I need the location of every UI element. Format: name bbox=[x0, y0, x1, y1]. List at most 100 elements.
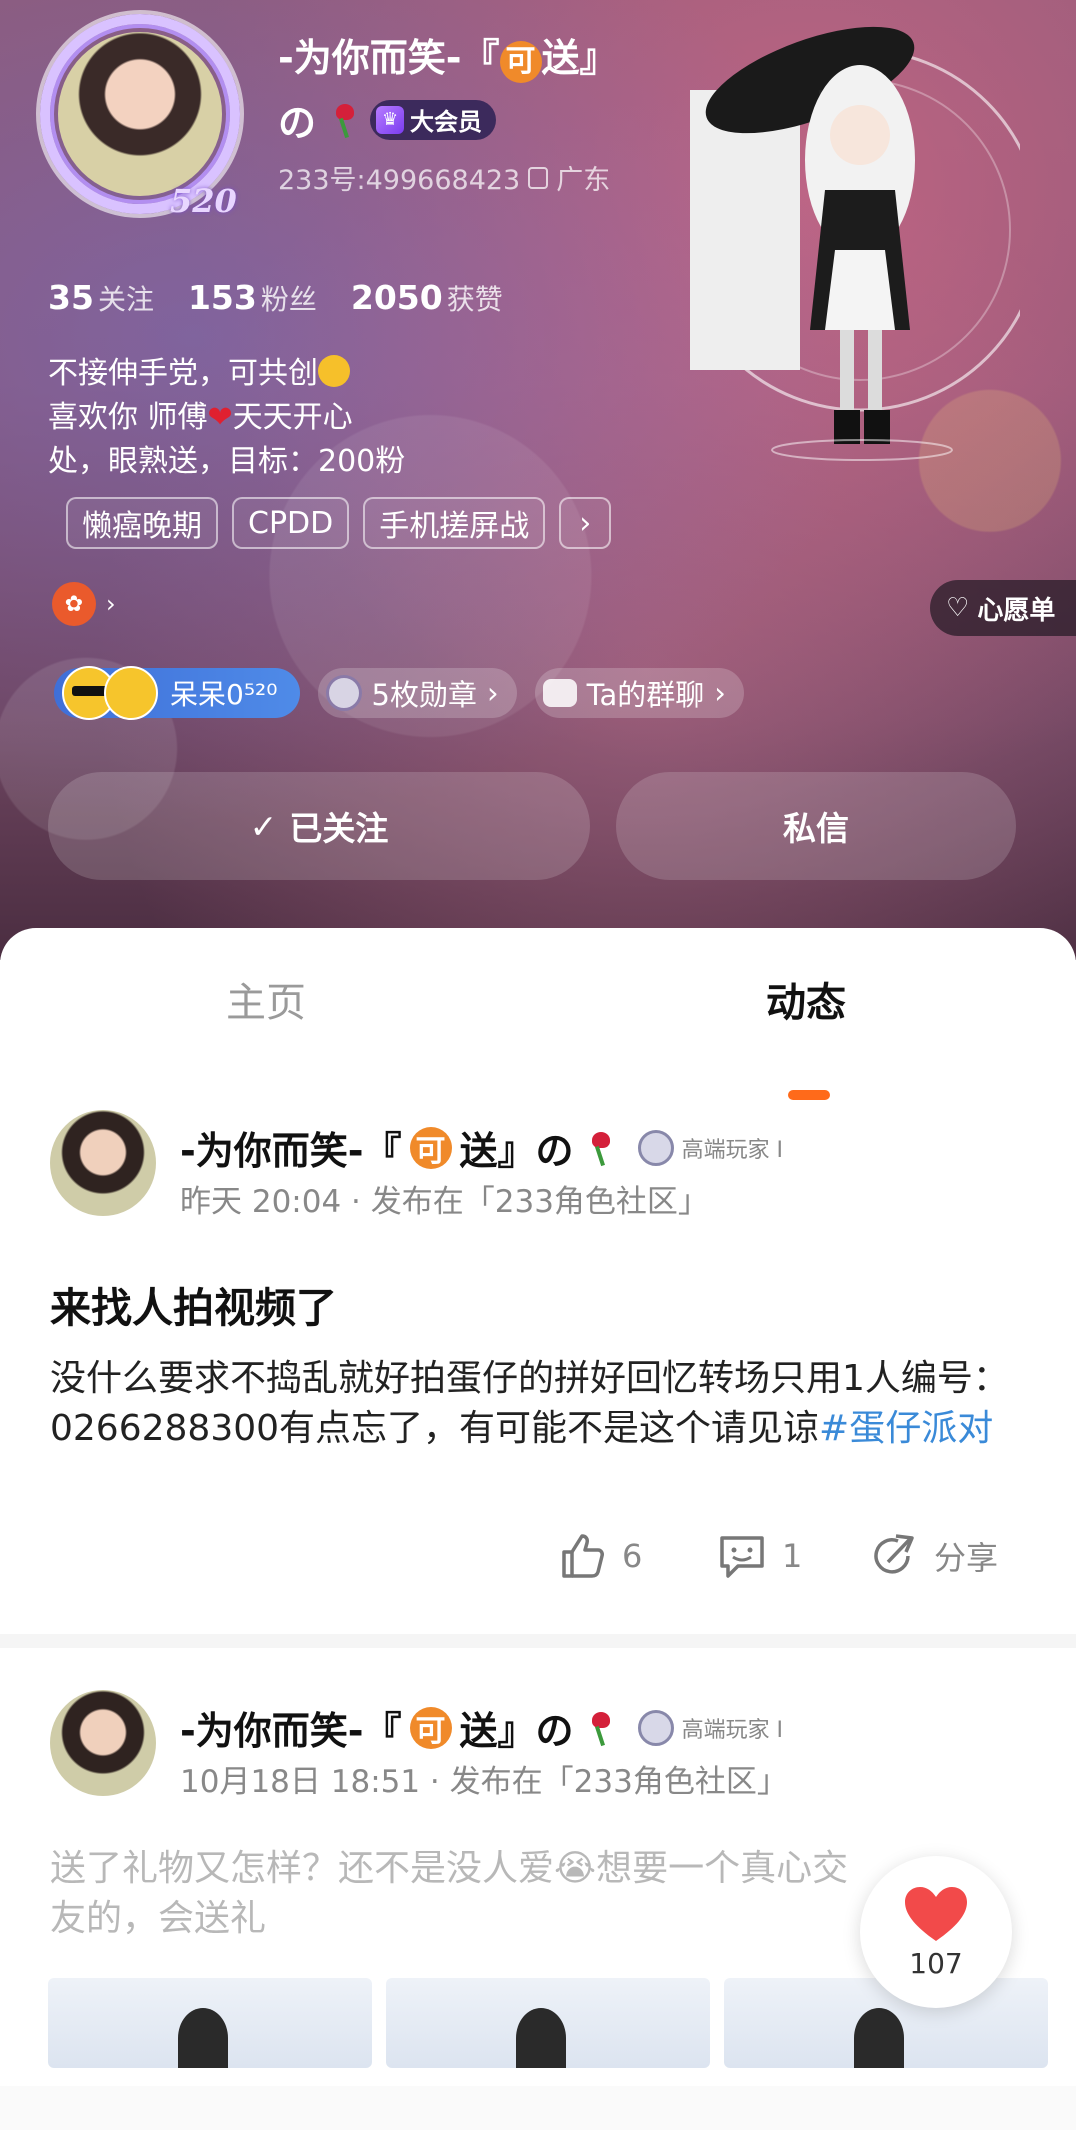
rose-icon bbox=[326, 102, 360, 138]
user-id: 233号:499668423 bbox=[278, 165, 521, 196]
post-author-name-rest: 送』の bbox=[459, 1709, 574, 1753]
post-actions: 6 1 分享 bbox=[0, 1530, 1076, 1590]
nickname-text: -为你而笑-『 bbox=[278, 36, 500, 80]
likes-count: 2050 bbox=[350, 278, 443, 317]
bio-line-3: 处，眼熟送，目标：200粉 bbox=[48, 444, 406, 479]
wishlist-label: 心愿单 bbox=[977, 595, 1056, 626]
tag-item[interactable]: 懒癌晚期 bbox=[66, 497, 218, 549]
thumbs-up-icon bbox=[562, 1534, 604, 1578]
post-author-name-rest: 送』の bbox=[459, 1129, 574, 1173]
character-figure bbox=[678, 26, 1042, 461]
post-author-name: -为你而笑-『 bbox=[180, 1129, 402, 1173]
post-body: 没什么要求不捣乱就好拍蛋仔的拼好回忆转场只用1人编号：0266288300有点忘… bbox=[50, 1354, 1040, 1454]
player-badge-label: 高端玩家 I bbox=[681, 1717, 784, 1743]
post-hashtag[interactable]: #蛋仔派对 bbox=[819, 1408, 993, 1449]
player-badge-icon bbox=[637, 1709, 674, 1746]
copy-icon[interactable] bbox=[528, 166, 549, 189]
check-icon: ✓ bbox=[249, 806, 278, 846]
vip-crown-icon: ♛ bbox=[376, 105, 405, 134]
post-image-thumb[interactable] bbox=[724, 1978, 1048, 2068]
chevron-right-icon: › bbox=[106, 590, 116, 618]
avatar-frame-badge: 520 bbox=[170, 182, 237, 220]
fan-group-pill[interactable]: 呆呆0⁵²⁰ bbox=[54, 666, 300, 720]
post-meta: 昨天 20:04 · 发布在「233角色社区」 bbox=[180, 1184, 709, 1220]
profile-bio: 不接伸手党，可共创 喜欢你 师傅❤天天开心 处，眼熟送，目标：200粉 bbox=[48, 352, 648, 484]
share-icon bbox=[874, 1534, 914, 1574]
tag-item[interactable]: 手机搓屏战 bbox=[363, 497, 546, 549]
profile-nickname: -为你而笑-『可送』 bbox=[278, 36, 668, 83]
fan-group-label: 呆呆0⁵²⁰ bbox=[170, 678, 278, 711]
share-button[interactable]: 分享 bbox=[868, 1530, 998, 1582]
tab-home[interactable]: 主页 bbox=[226, 970, 306, 1028]
nickname-tail: の bbox=[278, 101, 317, 145]
tag-item[interactable]: CPDD bbox=[232, 497, 350, 549]
profile-tags: 懒癌晚期 CPDD 手机搓屏战 › bbox=[66, 497, 612, 549]
linked-app-icon: ✿ bbox=[52, 582, 96, 626]
following-count: 35 bbox=[48, 278, 94, 317]
linked-app-row[interactable]: ✿ › bbox=[52, 582, 116, 626]
nickname-text-rest: 送』 bbox=[541, 36, 618, 80]
profile-tabs: 主页 动态 bbox=[0, 970, 1076, 1100]
badge-pill-row: 呆呆0⁵²⁰ 5枚勋章 › Ta的群聊 › bbox=[54, 666, 744, 720]
tags-more-button[interactable]: › bbox=[559, 497, 612, 549]
medals-pill[interactable]: 5枚勋章 › bbox=[317, 668, 517, 718]
post-author[interactable]: -为你而笑-『可送』の 高端玩家 I bbox=[180, 1700, 783, 1755]
tab-feed[interactable]: 动态 bbox=[766, 970, 846, 1028]
post-image-thumb[interactable] bbox=[48, 1978, 372, 2068]
character-illustration bbox=[678, 10, 1042, 470]
heart-emoji-icon: ❤ bbox=[207, 400, 233, 435]
likes-stat[interactable]: 2050 获赞 bbox=[351, 278, 503, 318]
comment-button[interactable]: 1 bbox=[716, 1530, 802, 1582]
vip-label: 大会员 bbox=[410, 108, 483, 136]
follow-label: 已关注 bbox=[289, 809, 389, 848]
nickname-ke-mark: 可 bbox=[499, 40, 542, 83]
post-title: 来找人拍视频了 bbox=[50, 1284, 337, 1332]
bio-line-2b: 天天开心 bbox=[232, 400, 353, 435]
profile-header: 520 -为你而笑-『可送』 の ♛ 大会员 233号:499668423 广东 bbox=[0, 0, 1076, 960]
bottom-nav-bar bbox=[0, 2086, 1076, 2130]
rose-icon bbox=[582, 1130, 616, 1166]
post-body: 送了礼物又怎样？还不是没人爱😭想要一个真心交友的，会送礼 bbox=[50, 1848, 849, 1939]
message-button[interactable]: 私信 bbox=[616, 772, 1016, 880]
post-meta: 10月18日 18:51 · 发布在「233角色社区」 bbox=[180, 1764, 788, 1800]
avatar[interactable]: 520 bbox=[30, 4, 270, 220]
heart-icon bbox=[905, 1886, 967, 1941]
post-divider bbox=[0, 1634, 1076, 1648]
rose-icon bbox=[582, 1710, 616, 1746]
like-count: 6 bbox=[622, 1537, 643, 1575]
avatar-image bbox=[58, 32, 222, 196]
bio-line-2a: 喜欢你 师傅 bbox=[48, 400, 208, 435]
share-label: 分享 bbox=[934, 1539, 999, 1577]
chevron-right-icon: › bbox=[486, 676, 499, 710]
post-author-avatar[interactable] bbox=[50, 1110, 156, 1216]
following-label: 关注 bbox=[97, 283, 154, 316]
vip-badge[interactable]: ♛ 大会员 bbox=[370, 99, 497, 140]
wishlist-button[interactable]: ♡ 心愿单 bbox=[930, 580, 1076, 636]
floating-like-button[interactable]: 107 bbox=[860, 1856, 1012, 2008]
profile-actions: ✓ 已关注 私信 bbox=[48, 772, 1016, 880]
player-badge-label: 高端玩家 I bbox=[681, 1137, 784, 1163]
group-chat-pill[interactable]: Ta的群聊 › bbox=[534, 668, 744, 718]
post-author-avatar[interactable] bbox=[50, 1690, 156, 1796]
floating-like-count: 107 bbox=[909, 1946, 963, 1980]
medals-label: 5枚勋章 bbox=[371, 678, 477, 712]
user-location: 广东 bbox=[556, 165, 611, 196]
nickname-ke-mark: 可 bbox=[409, 1706, 452, 1749]
follow-button[interactable]: ✓ 已关注 bbox=[48, 772, 590, 880]
post-image-thumb[interactable] bbox=[386, 1978, 710, 2068]
profile-stats: 35 关注 153 粉丝 2050 获赞 bbox=[48, 278, 503, 318]
nickname-ke-mark: 可 bbox=[409, 1126, 452, 1169]
likes-label: 获赞 bbox=[446, 283, 503, 316]
player-level-badge: 高端玩家 I bbox=[637, 1129, 784, 1166]
comment-count: 1 bbox=[782, 1537, 803, 1575]
followers-stat[interactable]: 153 粉丝 bbox=[188, 278, 317, 318]
chat-bubble-icon bbox=[542, 679, 577, 707]
following-stat[interactable]: 35 关注 bbox=[48, 278, 154, 318]
smile-emoji-icon bbox=[104, 666, 158, 720]
message-label: 私信 bbox=[783, 809, 849, 848]
kiss-emoji-icon bbox=[318, 355, 350, 387]
post-author-name: -为你而笑-『 bbox=[180, 1709, 402, 1753]
user-id-line: 233号:499668423 广东 bbox=[278, 158, 610, 197]
post-author[interactable]: -为你而笑-『可送』の 高端玩家 I bbox=[180, 1120, 783, 1175]
like-button[interactable]: 6 bbox=[556, 1530, 642, 1582]
